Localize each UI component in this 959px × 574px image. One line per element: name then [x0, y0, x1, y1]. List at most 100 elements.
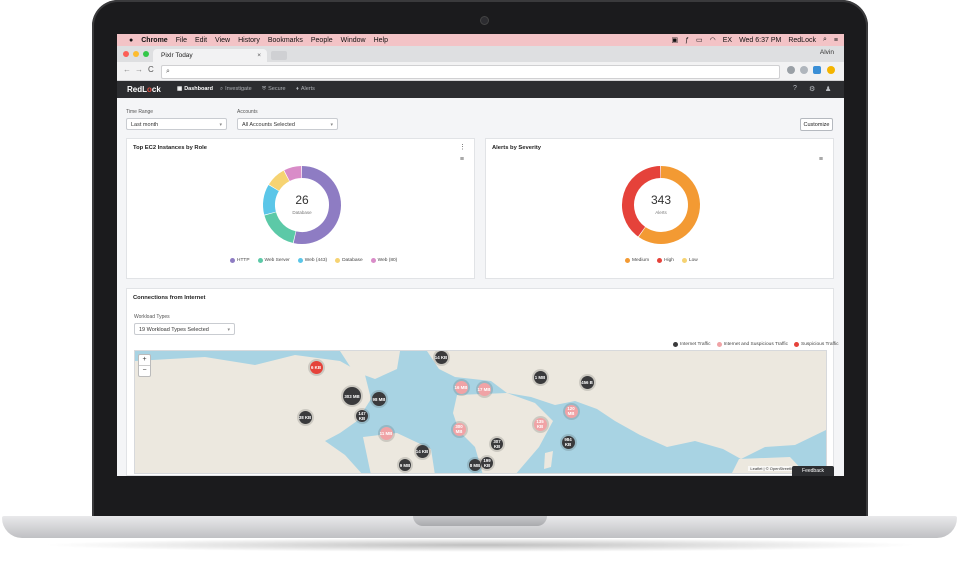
reload-icon[interactable]: C	[148, 65, 154, 74]
traffic-bubble[interactable]: 135 KB	[533, 417, 547, 431]
legend-swatch	[716, 342, 722, 347]
battery-icon[interactable]: EX	[723, 37, 732, 44]
legend-item[interactable]: Web Server	[257, 258, 290, 263]
traffic-bubble[interactable]: 8 MB	[469, 459, 481, 471]
legend-label: Web (80)	[377, 258, 398, 263]
traffic-bubble[interactable]: 98 MB	[372, 392, 386, 406]
donut-segment[interactable]	[264, 211, 297, 243]
legend-swatch	[625, 258, 630, 263]
new-tab-button[interactable]	[271, 51, 287, 60]
traffic-bubble[interactable]: 6 KB	[309, 360, 323, 374]
legend-swatch	[257, 258, 263, 263]
legend-item[interactable]: Low	[681, 258, 698, 263]
traffic-bubble[interactable]: 984 KB	[561, 435, 575, 449]
extension-icon[interactable]	[787, 66, 795, 74]
legend-item[interactable]: Internet Traffic	[673, 342, 711, 347]
status-airplay-icon[interactable]: ▭	[696, 36, 703, 44]
back-icon[interactable]: ←	[123, 65, 131, 74]
menu-window[interactable]: Window	[341, 37, 366, 44]
address-bar[interactable]: ⌕	[161, 65, 780, 79]
feedback-button[interactable]: Feedback	[792, 466, 834, 476]
laptop-notch	[413, 516, 547, 526]
menu-people[interactable]: People	[311, 37, 333, 44]
customize-button[interactable]: Customize	[800, 118, 833, 131]
window-controls	[123, 51, 149, 57]
nav-alerts[interactable]: ♦ Alerts	[296, 81, 315, 98]
extension-icon-3[interactable]	[827, 66, 835, 74]
extension-icon-2[interactable]	[800, 66, 808, 74]
traffic-bubble[interactable]: 147 KB	[356, 410, 368, 422]
browser-tab[interactable]: Pixlr Today ×	[153, 49, 267, 62]
menu-view[interactable]: View	[215, 37, 230, 44]
menu-help[interactable]: Help	[374, 37, 388, 44]
apple-icon[interactable]: ●	[129, 37, 133, 44]
legend-item[interactable]: HTTP	[230, 258, 250, 263]
legend-item[interactable]: Database	[335, 258, 363, 263]
traffic-bubble[interactable]: 38 KB	[298, 410, 312, 424]
status-pen-icon[interactable]: ƒ	[685, 37, 689, 44]
more-vertical-icon[interactable]: ⋮	[459, 143, 466, 151]
forward-icon[interactable]: →	[135, 65, 143, 74]
nav-dashboard[interactable]: ▦ Dashboard	[177, 81, 213, 98]
screen: ● Chrome File Edit View History Bookmark…	[117, 34, 844, 476]
legend-item[interactable]: High	[657, 258, 674, 263]
active-app-name[interactable]: RedLock	[788, 37, 816, 44]
traffic-bubble[interactable]: 14 KB	[415, 444, 429, 458]
traffic-bubble[interactable]: 300 MB	[452, 422, 466, 436]
notification-icon[interactable]: ≡	[834, 37, 838, 44]
zoom-window-button[interactable]	[143, 51, 149, 57]
zoom-in-button[interactable]: +	[139, 355, 150, 366]
traffic-bubble[interactable]: 456 B	[580, 375, 594, 389]
nav-label: Dashboard	[184, 86, 213, 92]
nav-investigate[interactable]: ⌕ Investigate	[220, 81, 252, 98]
status-box-icon[interactable]: ▣	[671, 36, 678, 44]
donut-segment[interactable]	[268, 170, 290, 192]
world-map[interactable]: + − 14 KB 6 KB 303 MB 98 MB 147 KB 38 KB 11 MB…	[134, 350, 827, 474]
menubar-status: ▣ ƒ ▭ ◠ EX Wed 6:37 PM RedLock ⌕ ≡	[664, 34, 838, 46]
hamburger-icon[interactable]: ≡	[819, 156, 823, 163]
traffic-bubble[interactable]: 14 KB	[434, 351, 448, 364]
traffic-bubble[interactable]: 1 MB	[533, 370, 547, 384]
donut-segment[interactable]	[284, 166, 302, 182]
traffic-bubble[interactable]: 120 MB	[564, 404, 578, 418]
logo-text-a: RedL	[127, 85, 147, 94]
mac-menubar: ● Chrome File Edit View History Bookmark…	[117, 34, 844, 46]
menu-bookmarks[interactable]: Bookmarks	[268, 37, 303, 44]
menu-chrome[interactable]: Chrome	[141, 37, 167, 44]
minimize-window-button[interactable]	[133, 51, 139, 57]
logo-text-b: ck	[151, 85, 161, 94]
legend-item[interactable]: Web (80)	[370, 258, 398, 263]
menu-history[interactable]: History	[238, 37, 260, 44]
traffic-bubble[interactable]: 11 MB	[379, 426, 393, 440]
menu-edit[interactable]: Edit	[195, 37, 207, 44]
time-range-select[interactable]: Last month ▾	[126, 118, 227, 130]
traffic-bubble[interactable]: 307 KB	[491, 438, 503, 450]
legend-item[interactable]: Internet and Suspicious Traffic	[716, 342, 788, 347]
traffic-bubble[interactable]: 17 MB	[477, 382, 491, 396]
hamburger-icon[interactable]: ≡	[460, 156, 464, 163]
nav-secure[interactable]: ⛨ Secure	[262, 81, 286, 98]
menu-file[interactable]: File	[176, 37, 187, 44]
legend-swatch	[230, 258, 235, 263]
gear-icon[interactable]: ⚙	[809, 85, 815, 93]
zoom-out-button[interactable]: −	[139, 366, 150, 376]
legend-item[interactable]: Web (443)	[297, 258, 327, 263]
traffic-bubble[interactable]: 16 MB	[454, 380, 468, 394]
tab-close-icon[interactable]: ×	[257, 49, 261, 62]
profile-name[interactable]: Alvin	[820, 49, 834, 56]
legend-item[interactable]: Suspicious Traffic	[794, 342, 839, 347]
chat-extension-icon[interactable]	[813, 66, 821, 74]
workload-types-select[interactable]: 19 Workload Types Selected ▾	[134, 323, 235, 335]
accounts-select[interactable]: All Accounts Selected ▾	[237, 118, 338, 130]
traffic-bubble[interactable]: 199 KB	[481, 457, 493, 469]
redlock-logo[interactable]: RedLock	[127, 81, 161, 98]
clock[interactable]: Wed 6:37 PM	[739, 37, 781, 44]
spotlight-icon[interactable]: ⌕	[823, 36, 827, 44]
legend-item[interactable]: Medium	[625, 258, 649, 263]
help-icon[interactable]: ?	[793, 85, 797, 92]
close-window-button[interactable]	[123, 51, 129, 57]
user-icon[interactable]: ♟	[825, 85, 831, 93]
traffic-bubble[interactable]: 303 MB	[343, 387, 361, 405]
traffic-bubble[interactable]: 9 MB	[399, 459, 411, 471]
wifi-icon[interactable]: ◠	[710, 36, 716, 44]
